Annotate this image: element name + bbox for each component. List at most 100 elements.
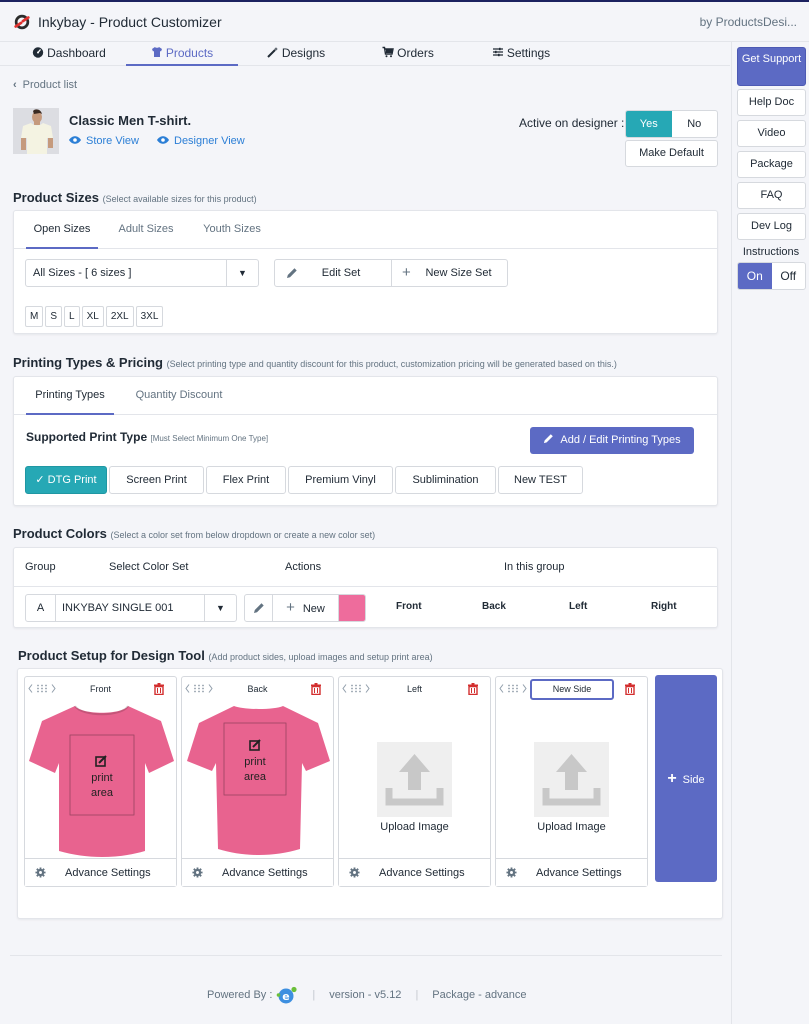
instructions-on-button[interactable]: On [738, 263, 772, 289]
add-edit-printing-types-button[interactable]: Add / Edit Printing Types [530, 427, 694, 454]
tshirt-front-image[interactable]: print area [27, 701, 176, 859]
edit-set-button[interactable]: Edit Set [275, 260, 392, 286]
trash-icon[interactable] [311, 683, 321, 695]
sliders-icon [492, 47, 503, 57]
pencil-icon [254, 603, 264, 613]
upload-image-dropzone[interactable] [534, 742, 609, 817]
chevron-left-icon: ‹ [13, 79, 17, 91]
main-nav: Dashboard Products Designs Orders Settin… [0, 42, 730, 66]
tab-printing-types[interactable]: Printing Types [26, 377, 114, 415]
separator: | [312, 989, 316, 1001]
app-title: Inkybay - Product Customizer [38, 14, 222, 30]
print-type-premium-vinyl[interactable]: Premium Vinyl [288, 466, 393, 494]
designer-view-link[interactable]: Designer View [157, 135, 245, 147]
advance-settings-button[interactable]: Advance Settings [25, 858, 176, 886]
upload-image-label[interactable]: Upload Image [339, 821, 490, 833]
print-area-label: print [91, 772, 112, 784]
add-side-button[interactable]: + Side [655, 675, 717, 882]
advance-settings-label: Advance Settings [536, 867, 622, 879]
make-default-button[interactable]: Make Default [625, 140, 718, 167]
package-button[interactable]: Package [737, 151, 806, 178]
print-type-list: ✓ DTG Print Screen Print Flex Print Prem… [25, 466, 583, 494]
nav-designs[interactable]: Designs [256, 42, 336, 66]
footer-divider [10, 955, 722, 956]
inkybay-logo-icon [14, 14, 30, 30]
right-sidebar: Get Support Help Doc Video Package FAQ D… [731, 42, 809, 1024]
nav-orders[interactable]: Orders [372, 42, 444, 66]
back-to-product-list[interactable]: ‹ Product list [13, 79, 77, 91]
tab-adult-sizes[interactable]: Adult Sizes [110, 211, 182, 249]
nav-products[interactable]: Products [126, 42, 238, 66]
upload-image-dropzone[interactable] [377, 742, 452, 817]
nav-settings[interactable]: Settings [482, 42, 560, 66]
tab-open-sizes[interactable]: Open Sizes [26, 211, 98, 249]
setup-title: Product Setup for Design Tool (Add produ… [18, 648, 433, 663]
drag-handle-icon[interactable] [499, 683, 527, 694]
size-chip: 2XL [105, 306, 134, 327]
size-chip: L [64, 306, 80, 327]
side-name-input[interactable]: New Side [530, 679, 614, 700]
video-button[interactable]: Video [737, 120, 806, 147]
ez-logo-icon[interactable]: e [276, 986, 298, 1004]
color-set-select[interactable]: A INKYBAY SINGLE 001 ▼ [25, 594, 237, 622]
nav-dashboard[interactable]: Dashboard [28, 42, 110, 66]
footer: Powered By : e | version - v5.12 | Packa… [207, 986, 526, 1004]
advance-settings-button[interactable]: Advance Settings [496, 858, 647, 886]
print-area-label: area [91, 787, 114, 799]
trash-icon[interactable] [625, 683, 635, 695]
side-card-front: Front print area Advance Settings [24, 676, 177, 887]
tab-youth-sizes[interactable]: Youth Sizes [194, 211, 270, 249]
trash-icon[interactable] [468, 683, 478, 695]
product-sizes-title: Product Sizes (Select available sizes fo… [13, 190, 257, 205]
new-color-set-label: New [302, 603, 325, 615]
faq-button[interactable]: FAQ [737, 182, 806, 209]
advance-settings-button[interactable]: Advance Settings [182, 858, 333, 886]
instructions-toggle: On Off [737, 262, 806, 290]
size-set-value: All Sizes - [ 6 sizes ] [33, 267, 132, 279]
edit-color-set-button[interactable] [245, 595, 273, 621]
upload-image-label[interactable]: Upload Image [496, 821, 647, 833]
tshirt-back-image[interactable]: print area [184, 701, 333, 859]
color-side-back: Back [482, 601, 506, 612]
active-no-button[interactable]: No [672, 111, 718, 137]
colors-hint: (Select a color set from below dropdown … [110, 530, 376, 540]
advance-settings-button[interactable]: Advance Settings [339, 858, 490, 886]
new-size-set-button[interactable]: + New Size Set [392, 260, 507, 286]
get-support-button[interactable]: Get Support [737, 47, 806, 86]
nav-settings-label: Settings [506, 46, 551, 60]
gear-icon [506, 867, 517, 878]
separator: | [415, 989, 419, 1001]
side-header: Back [182, 677, 333, 701]
colors-card: Group Select Color Set Actions In this g… [13, 547, 718, 628]
active-yes-button[interactable]: Yes [626, 111, 672, 137]
store-view-link[interactable]: Store View [69, 135, 139, 147]
eye-icon [69, 136, 81, 144]
side-header: Left [339, 677, 490, 701]
setup-heading: Product Setup for Design Tool [18, 648, 205, 663]
printing-hint: (Select printing type and quantity disco… [166, 359, 617, 369]
size-set-actions: Edit Set + New Size Set [274, 259, 508, 287]
size-chip: XL [81, 306, 104, 327]
group-letter: A [26, 595, 56, 621]
pencil-icon [287, 268, 297, 278]
advance-settings-label: Advance Settings [65, 867, 151, 879]
print-type-screen[interactable]: Screen Print [109, 466, 204, 494]
eye-icon [157, 136, 169, 144]
help-doc-button[interactable]: Help Doc [737, 89, 806, 116]
new-color-set-button[interactable]: + New [273, 595, 340, 621]
color-swatch[interactable] [339, 595, 365, 621]
dev-log-button[interactable]: Dev Log [737, 213, 806, 240]
back-label: Product list [22, 79, 78, 91]
print-type-new-test[interactable]: New TEST [498, 466, 583, 494]
print-type-sublimination[interactable]: Sublimination [395, 466, 496, 494]
size-set-select[interactable]: All Sizes - [ 6 sizes ] ▼ [25, 259, 259, 287]
color-side-right: Right [651, 601, 677, 612]
print-type-flex[interactable]: Flex Print [206, 466, 286, 494]
trash-icon[interactable] [154, 683, 164, 695]
print-type-dtg[interactable]: ✓ DTG Print [25, 466, 107, 494]
tab-quantity-discount[interactable]: Quantity Discount [126, 377, 232, 415]
product-sizes-heading: Product Sizes [13, 190, 99, 205]
instructions-off-button[interactable]: Off [772, 263, 806, 289]
size-chip: M [25, 306, 44, 327]
package-label: Package - advance [432, 989, 527, 1001]
